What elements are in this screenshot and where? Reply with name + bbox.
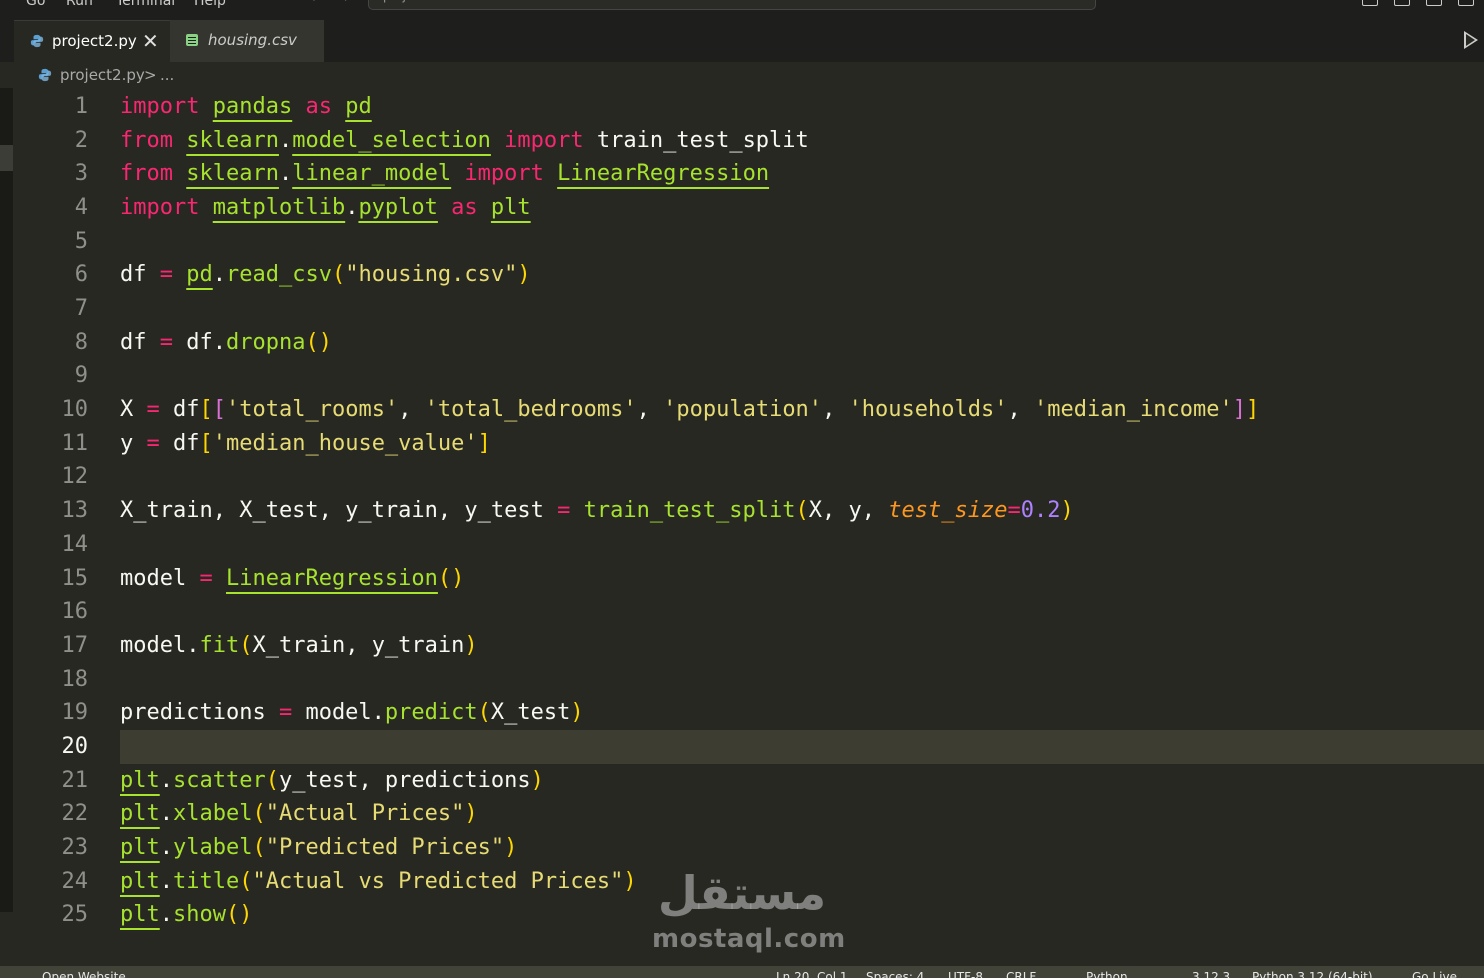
line-number: 25 xyxy=(61,902,89,927)
line-number: 1 xyxy=(74,94,88,119)
layout-toggle-icon[interactable] xyxy=(1362,0,1378,6)
watermark-latin: mostaql.com xyxy=(652,924,846,954)
line-number: 22 xyxy=(61,801,89,826)
line-number: 11 xyxy=(61,431,89,456)
line-number: 23 xyxy=(61,835,89,860)
code-line[interactable]: import pandas as pd xyxy=(120,90,372,124)
sidebar-toggle-icon[interactable] xyxy=(1394,0,1410,6)
status-python-version[interactable]: 3.12.3 xyxy=(1192,970,1230,978)
status-cursor-position[interactable]: Ln 20, Col 1 xyxy=(776,970,848,978)
close-tab-icon[interactable]: ✕ xyxy=(142,31,159,51)
code-line[interactable]: import matplotlib.pyplot as plt xyxy=(120,191,531,225)
line-number: 3 xyxy=(74,161,88,186)
code-line[interactable]: model = LinearRegression() xyxy=(120,562,464,596)
breadcrumb-file[interactable]: project2.py xyxy=(60,66,145,84)
tab-project2-py[interactable]: project2.py ✕ xyxy=(14,20,170,63)
code-line[interactable]: df = df.dropna() xyxy=(120,326,332,360)
status-go-live[interactable]: Go Live xyxy=(1412,970,1457,978)
status-bar: Open Website Ln 20, Col 1 Spaces: 4 UTF-… xyxy=(0,966,1484,978)
secondary-sidebar-icon[interactable] xyxy=(1458,0,1474,6)
code-line[interactable]: plt.ylabel("Predicted Prices") xyxy=(120,831,517,865)
python-file-icon xyxy=(38,68,52,82)
line-number: 14 xyxy=(61,532,89,557)
line-number: 4 xyxy=(74,195,88,220)
panel-toggle-icon[interactable] xyxy=(1426,0,1442,6)
code-line[interactable]: model.fit(X_train, y_train) xyxy=(120,629,478,663)
line-number: 6 xyxy=(74,262,88,287)
back-arrow-icon[interactable]: ‹ xyxy=(310,0,316,6)
line-number: 8 xyxy=(74,330,88,355)
breadcrumb-separator: > xyxy=(144,66,157,84)
line-number: 18 xyxy=(61,667,89,692)
line-number: 19 xyxy=(61,700,89,725)
line-number: 13 xyxy=(61,498,89,523)
code-line[interactable]: plt.xlabel("Actual Prices") xyxy=(120,797,478,831)
code-line[interactable]: from sklearn.model_selection import trai… xyxy=(120,124,809,158)
python-file-icon xyxy=(30,34,44,48)
tab-label: project2.py xyxy=(52,32,137,50)
code-line[interactable]: predictions = model.predict(X_test) xyxy=(120,696,584,730)
code-line[interactable]: plt.title("Actual vs Predicted Prices") xyxy=(120,865,637,899)
line-number: 15 xyxy=(61,566,89,591)
line-number: 21 xyxy=(61,768,89,793)
command-center-placeholder: project xyxy=(383,0,425,3)
line-number: 5 xyxy=(74,229,88,254)
forward-arrow-icon[interactable]: › xyxy=(344,0,350,6)
tab-bar: project2.py ✕ housing.csv xyxy=(0,12,1484,63)
tab-label: housing.csv xyxy=(208,31,297,49)
line-number: 16 xyxy=(61,599,89,624)
code-line[interactable]: from sklearn.linear_model import LinearR… xyxy=(120,157,769,191)
code-line[interactable]: X_train, X_test, y_train, y_test = train… xyxy=(120,494,1074,528)
menu-terminal[interactable]: Terminal xyxy=(116,0,175,9)
status-encoding[interactable]: UTF-8 xyxy=(948,970,983,978)
line-number: 9 xyxy=(74,363,88,388)
run-file-icon-inner xyxy=(1466,34,1475,46)
title-bar: Go Run Terminal Help ‹ › project xyxy=(0,0,1484,12)
line-number: 24 xyxy=(61,869,89,894)
tab-housing-csv[interactable]: housing.csv xyxy=(170,20,324,62)
status-open-website[interactable]: Open Website xyxy=(42,970,126,978)
command-center-search[interactable]: project xyxy=(368,0,1096,10)
code-line[interactable]: plt.show() xyxy=(120,898,252,932)
line-number: 7 xyxy=(74,296,88,321)
line-number-active: 20 xyxy=(61,734,89,759)
code-line[interactable]: y = df['median_house_value'] xyxy=(120,427,491,461)
menu-help[interactable]: Help xyxy=(194,0,226,9)
code-line[interactable]: plt.scatter(y_test, predictions) xyxy=(120,764,544,798)
line-number: 10 xyxy=(61,397,89,422)
status-interpreter[interactable]: Python 3.12 (64-bit) xyxy=(1252,970,1373,978)
menu-run[interactable]: Run xyxy=(66,0,93,9)
scroll-marker xyxy=(0,145,13,171)
code-line[interactable]: X = df[['total_rooms', 'total_bedrooms',… xyxy=(120,393,1259,427)
line-number: 17 xyxy=(61,633,89,658)
line-number: 12 xyxy=(61,464,89,489)
breadcrumb-symbols[interactable]: ... xyxy=(160,66,174,84)
current-line-highlight xyxy=(120,730,1484,764)
status-eol[interactable]: CRLF xyxy=(1006,970,1036,978)
code-line[interactable]: df = pd.read_csv("housing.csv") xyxy=(120,258,531,292)
status-language[interactable]: Python xyxy=(1086,970,1128,978)
line-number: 2 xyxy=(74,128,88,153)
status-indentation[interactable]: Spaces: 4 xyxy=(866,970,924,978)
watermark: مستقل mostaql.com xyxy=(652,866,846,958)
menu-go[interactable]: Go xyxy=(26,0,45,9)
watermark-arabic: مستقل xyxy=(657,866,827,920)
activity-strip xyxy=(0,88,13,912)
csv-file-icon xyxy=(186,34,198,46)
